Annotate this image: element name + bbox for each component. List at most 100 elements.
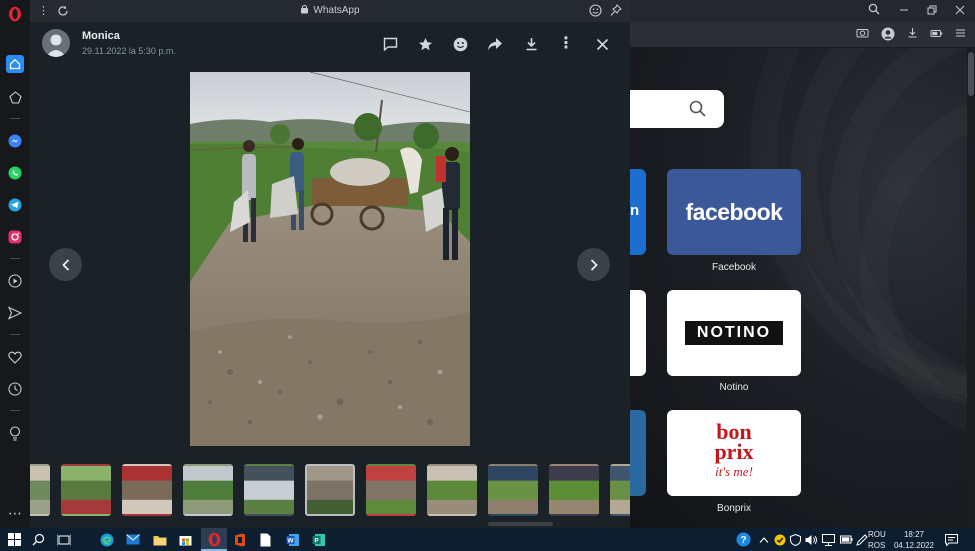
media-thumbnail[interactable] [488, 464, 538, 516]
avatar[interactable] [42, 29, 70, 57]
main-photo[interactable] [190, 72, 470, 446]
thumbnail-scroll-indicator[interactable] [488, 522, 553, 526]
media-thumbnail[interactable] [427, 464, 477, 516]
restore-icon[interactable] [924, 3, 940, 19]
pen-icon[interactable] [855, 533, 868, 546]
speed-dial-tile-partial[interactable]: n [630, 169, 646, 255]
chevron-up-icon[interactable] [757, 533, 770, 546]
search-icon[interactable] [30, 531, 47, 548]
volume-icon[interactable] [805, 533, 818, 546]
heart-icon[interactable] [6, 348, 24, 366]
speed-dial-tile-facebook[interactable]: facebook [667, 169, 801, 255]
file-explorer-icon[interactable] [151, 531, 168, 548]
chevron-right-icon [590, 258, 598, 271]
clock-date[interactable]: 04.12.2022 [891, 541, 937, 551]
windows-start-icon[interactable] [6, 531, 23, 548]
react-emoji-icon[interactable] [451, 35, 469, 53]
media-viewer-header: Monica 29.11.2022 la 5:30 p.m. ⋮ [30, 22, 630, 68]
norton-icon[interactable] [773, 533, 786, 546]
emoji-status-icon[interactable] [589, 4, 602, 22]
task-view-icon[interactable] [55, 531, 72, 548]
speed-dial-label-notino: Notino [719, 382, 749, 393]
download-icon[interactable] [522, 35, 540, 53]
go-to-message-icon[interactable] [381, 35, 399, 53]
previous-image-button[interactable] [49, 248, 82, 281]
telegram-icon[interactable] [6, 196, 24, 214]
speed-dial-tile-partial[interactable] [630, 290, 646, 376]
word-icon[interactable]: W [284, 531, 301, 548]
publisher-icon[interactable]: P [310, 531, 327, 548]
document-icon[interactable] [257, 531, 274, 548]
download-icon[interactable] [904, 27, 920, 43]
close-icon[interactable] [593, 35, 611, 53]
input-language-bottom[interactable]: ROS [868, 541, 885, 551]
svg-text:P: P [314, 537, 319, 544]
close-window-icon[interactable] [952, 3, 968, 19]
more-options-icon[interactable]: ⋮ [557, 35, 575, 53]
bonprix-logo-prix: prix [714, 439, 754, 464]
next-image-button[interactable] [577, 248, 610, 281]
battery-icon[interactable] [840, 533, 853, 546]
opera-sidebar: ⋯ [0, 0, 30, 528]
speed-dial-tile-partial[interactable] [630, 410, 646, 496]
crypto-wallet-icon[interactable] [6, 88, 24, 106]
mail-icon[interactable] [124, 531, 141, 548]
player-icon[interactable] [6, 272, 24, 290]
send-icon[interactable] [6, 304, 24, 322]
media-thumbnail[interactable] [244, 464, 294, 516]
store-icon[interactable] [177, 531, 194, 548]
speed-dial-tile-bonprix[interactable]: bon prix it's me! [667, 410, 801, 496]
media-thumbnail[interactable] [183, 464, 233, 516]
minimize-icon[interactable] [896, 3, 912, 19]
easy-setup-icon[interactable] [952, 27, 968, 43]
media-thumbnail[interactable] [366, 464, 416, 516]
whatsapp-panel: ⋮ WhatsApp Monica 29.11.2022 la 5:30 p.m… [30, 0, 630, 528]
media-thumbnail[interactable] [30, 464, 50, 516]
messenger-icon[interactable] [6, 132, 24, 150]
media-thumbnail[interactable] [549, 464, 599, 516]
desktop: n facebook Facebook NOTINO Notino bon pr… [0, 0, 975, 551]
forward-icon[interactable] [486, 35, 504, 53]
pin-icon[interactable] [610, 4, 622, 22]
shield-icon[interactable] [789, 533, 802, 546]
notifications-icon[interactable] [945, 533, 958, 546]
speed-dial-tile-notino[interactable]: NOTINO [667, 290, 801, 376]
input-language-top[interactable]: ROU [868, 530, 886, 540]
chevron-left-icon [61, 258, 69, 271]
sender-name: Monica [82, 30, 120, 42]
profile-icon[interactable] [880, 27, 896, 43]
speed-dial-label-bonprix: Bonprix [717, 503, 751, 514]
windows-taskbar: W P ? ROU ROS 18:27 04.12.2022 [0, 528, 975, 551]
clock-time[interactable]: 18:27 [894, 530, 934, 540]
media-thumbnail[interactable] [305, 464, 355, 516]
scrollbar-thumb[interactable] [968, 52, 974, 96]
opera-icon[interactable] [206, 531, 223, 548]
camera-icon[interactable] [854, 27, 870, 43]
media-thumbnail[interactable] [122, 464, 172, 516]
office-icon[interactable] [231, 531, 248, 548]
notino-logo: NOTINO [685, 321, 783, 345]
thumbnail-strip [30, 461, 630, 519]
browser-toolbar [630, 22, 975, 48]
help-icon[interactable]: ? [736, 532, 751, 547]
search-icon[interactable] [866, 3, 882, 19]
search-icon[interactable] [688, 99, 708, 119]
media-thumbnail[interactable] [610, 464, 630, 516]
home-icon[interactable] [6, 55, 24, 73]
more-icon[interactable]: ⋯ [6, 504, 24, 522]
history-icon[interactable] [6, 380, 24, 398]
battery-saver-icon[interactable] [928, 27, 944, 43]
whatsapp-icon[interactable] [6, 164, 24, 182]
instagram-icon[interactable] [6, 228, 24, 246]
scrollbar-track[interactable] [967, 48, 975, 528]
network-icon[interactable] [822, 533, 835, 546]
opera-logo-icon[interactable] [6, 5, 24, 23]
whatsapp-title-bar: ⋮ WhatsApp [30, 0, 630, 22]
star-icon[interactable] [416, 35, 434, 53]
speed-dial-search-box[interactable] [630, 90, 724, 128]
edge-icon[interactable] [98, 531, 115, 548]
panel-title: WhatsApp [30, 0, 630, 22]
bonprix-logo-slogan: it's me! [715, 464, 753, 479]
lightbulb-icon[interactable] [6, 424, 24, 442]
media-thumbnail[interactable] [61, 464, 111, 516]
